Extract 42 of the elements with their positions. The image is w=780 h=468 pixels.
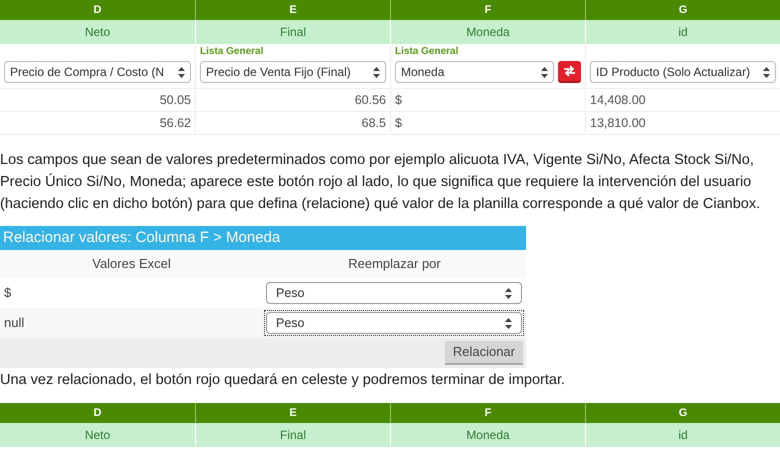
column-header: Valores Excel <box>92 255 171 274</box>
excel-value: null <box>4 315 24 330</box>
mapping-select[interactable]: ID Producto (Solo Actualizar) <box>590 61 776 83</box>
dialog-title: Relacionar valores: Columna F > Moneda <box>0 226 526 250</box>
table-cell: 68.5 <box>362 116 386 130</box>
table-cell: $ <box>395 116 402 130</box>
select-arrows-icon <box>178 66 185 78</box>
field-header: Moneda <box>390 423 585 447</box>
field-header: Neto <box>84 24 112 41</box>
table-cell: 50.05 <box>160 93 191 107</box>
field-header: id <box>585 20 780 44</box>
table-cell: 13,810.00 <box>590 116 646 130</box>
field-header: Final <box>195 20 390 44</box>
excel-value: $ <box>4 285 12 300</box>
field-header: Moneda <box>390 20 585 44</box>
column-header: Reemplazar por <box>348 255 441 274</box>
table-cell: $ <box>395 93 402 107</box>
select-arrows-icon <box>505 288 512 298</box>
select-arrows-icon <box>763 66 770 78</box>
mapping-select[interactable]: Precio de Venta Fijo (Final) <box>200 61 386 83</box>
swap-arrows-icon <box>562 65 577 77</box>
replacement-select[interactable]: Peso <box>264 310 524 336</box>
field-header: Neto <box>84 427 112 444</box>
select-arrows-icon <box>541 66 548 78</box>
relate-button[interactable] <box>558 61 581 83</box>
mapping-select[interactable]: Precio de Compra / Costo (N <box>4 61 191 83</box>
table-cell: 14,408.00 <box>590 93 646 107</box>
relate-values-button[interactable]: Relacionar <box>444 341 523 365</box>
field-header: id <box>585 423 780 447</box>
paragraph: Una vez relacionado, el botón rojo quedará en celeste y podremos terminar de importar. <box>0 371 566 390</box>
column-letter-header: D <box>92 406 102 421</box>
mapping-select[interactable]: Moneda <box>395 61 554 83</box>
paragraph: Los campos que sean de valores predeterminados como por ejemplo alicuota IVA, Vigente Si/No, Afecta Stock Si/No, Precio Único Si/No, Moneda; aparece este botón rojo al lado, lo que significa que requiere la intervención del usuario (haciendo clic en dicho botón) para que defina (relacione) qué valor de la planilla corresponde a qué valor de Cianbox. <box>0 151 762 214</box>
list-label: Lista General <box>395 45 460 59</box>
table-cell: 60.56 <box>354 93 386 107</box>
table-cell: 56.62 <box>160 116 191 130</box>
field-header: Final <box>195 423 390 447</box>
list-label: Lista General <box>200 45 264 59</box>
select-arrows-icon <box>373 66 380 78</box>
select-arrows-icon <box>505 318 512 328</box>
replacement-select[interactable]: Peso <box>264 280 524 306</box>
column-letter-header: D <box>92 2 102 18</box>
